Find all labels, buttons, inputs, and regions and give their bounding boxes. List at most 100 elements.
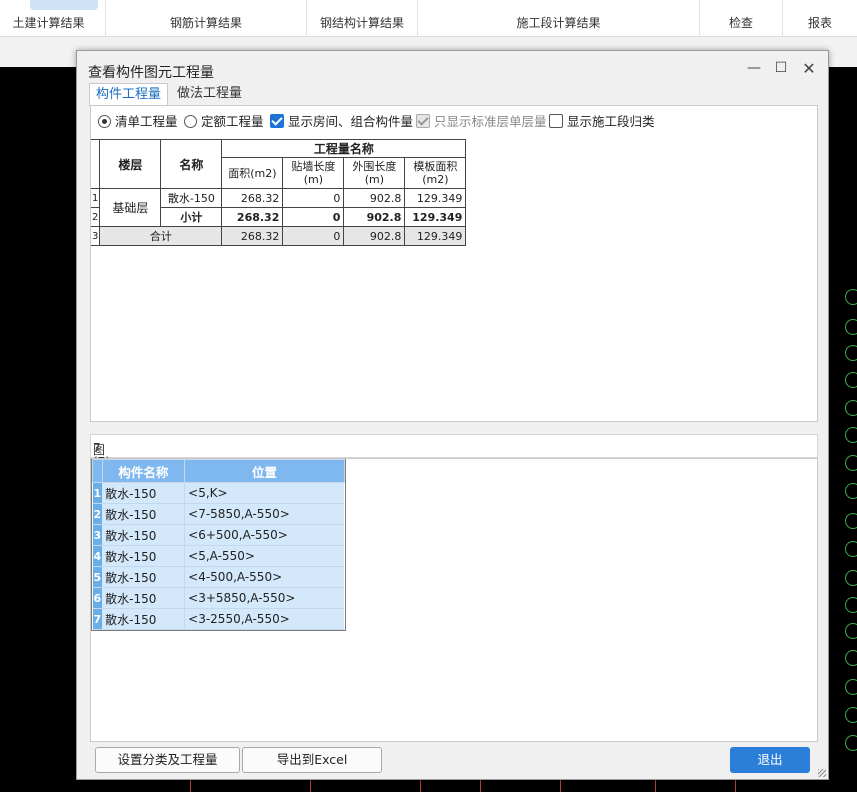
component-name-cell: 散水-150: [102, 545, 186, 567]
row-number: 2: [92, 503, 103, 525]
axis-bubble-icon: [845, 455, 857, 471]
row-number: 1: [91, 188, 101, 208]
row-number: 4: [92, 545, 103, 567]
row-number: 2: [91, 207, 101, 227]
col-formwork-area-header: 模板面积(m2): [404, 157, 467, 189]
axis-bubble-icon: [845, 541, 857, 557]
area-cell: 268.32: [221, 188, 284, 208]
ribbon-group-segment-results[interactable]: 施工段计算结果: [418, 0, 700, 36]
area-cell: 268.32: [221, 226, 284, 246]
resize-grip-icon[interactable]: [818, 769, 826, 777]
radio-qd[interactable]: 清单工程量: [98, 114, 178, 130]
axis-bubble-icon: [845, 345, 857, 361]
axis-bubble-icon: [845, 427, 857, 443]
table-row[interactable]: 1 散水-150 <5,K>: [92, 482, 345, 504]
axis-bubble-icon: [845, 319, 857, 335]
set-classification-button[interactable]: 设置分类及工程量: [95, 747, 240, 773]
name-cell: 散水-150: [160, 188, 223, 208]
table-row-total[interactable]: 3 合计 268.32 0 902.8 129.349: [91, 226, 467, 246]
quantity-table: 楼层 名称 工程量名称 面积(m2) 贴墙长度(m) 外围长度(m) 模板面积(…: [91, 139, 467, 246]
component-name-cell: 散水-150: [102, 566, 186, 588]
position-cell: <5,A-550>: [184, 545, 345, 567]
row-number-header: [92, 459, 103, 483]
area-cell: 268.32: [221, 207, 284, 227]
checkbox-only-standard: 只显示标准层单层量: [416, 114, 547, 130]
row-number: 3: [92, 524, 103, 546]
component-name-cell: 散水-150: [102, 482, 186, 504]
row-number: 7: [92, 608, 103, 630]
col-floor-header: 楼层: [99, 139, 162, 189]
quantity-panel: 清单工程量 定额工程量 显示房间、组合构件量 只显示标准层单层量 显示施工段归类…: [90, 105, 818, 422]
ribbon-group-steel-results[interactable]: 钢结构计算结果: [307, 0, 418, 36]
col-component-name-header: 构件名称: [101, 459, 186, 483]
position-cell: <3+5850,A-550>: [184, 587, 345, 609]
axis-bubble-icon: [845, 570, 857, 586]
outer-length-cell: 902.8: [343, 188, 406, 208]
position-cell: <3-2550,A-550>: [184, 608, 345, 630]
floor-cell: 基础层: [99, 188, 162, 227]
axis-bubble-icon: [845, 707, 857, 723]
table-row[interactable]: 3 散水-150 <6+500,A-550>: [92, 524, 345, 546]
ribbon-group-check[interactable]: 检查: [700, 0, 783, 36]
radio-de[interactable]: 定额工程量: [184, 114, 264, 130]
formwork-area-cell: 129.349: [404, 226, 467, 246]
table-row[interactable]: 1 基础层 散水-150 268.32 0 902.8 129.349: [91, 188, 467, 227]
minimize-icon[interactable]: —: [744, 60, 764, 76]
col-wall-length-header: 贴墙长度(m): [282, 157, 345, 189]
checkbox-disabled-icon: [416, 114, 430, 128]
col-name-header: 名称: [160, 139, 223, 189]
component-name-cell: 散水-150: [102, 524, 186, 546]
axis-bubble-icon: [845, 513, 857, 529]
position-cell: <7-5850,A-550>: [184, 503, 345, 525]
position-cell: <6+500,A-550>: [184, 524, 345, 546]
table-row[interactable]: 7 散水-150 <3-2550,A-550>: [92, 608, 345, 630]
formwork-area-cell: 129.349: [404, 188, 467, 208]
axis-bubble-icon: [845, 650, 857, 666]
checkbox-show-segment-label: 显示施工段归类: [567, 114, 655, 129]
detail-label: 图元明细 7 (7): [92, 438, 110, 508]
detail-table: 构件名称 位置 1 散水-150 <5,K> 2 散水-150 <7-5850,A-55…: [92, 459, 345, 630]
tab-method-quantity[interactable]: 做法工程量: [171, 83, 248, 105]
close-icon[interactable]: ✕: [799, 59, 819, 78]
checkbox-only-standard-label: 只显示标准层单层量: [434, 114, 547, 129]
axis-bubble-icon: [845, 735, 857, 751]
wall-length-cell: 0: [282, 188, 345, 208]
row-number: 5: [92, 566, 103, 588]
checkbox-show-room[interactable]: 显示房间、组合构件量: [270, 114, 413, 130]
export-excel-button[interactable]: 导出到Excel: [242, 747, 382, 773]
checkbox-show-room-label: 显示房间、组合构件量: [288, 114, 414, 129]
tab-component-quantity[interactable]: 构件工程量: [89, 83, 169, 106]
table-row[interactable]: 6 散水-150 <3+5850,A-550>: [92, 587, 345, 609]
wall-length-cell: 0: [282, 226, 345, 246]
maximize-icon[interactable]: ☐: [771, 60, 791, 76]
quantity-dialog: 查看构件图元工程量 — ☐ ✕ 构件工程量 做法工程量 清单工程量 定额工程量 …: [76, 50, 829, 780]
ribbon-group-report[interactable]: 报表: [783, 0, 857, 36]
ribbon-group-rebar-results[interactable]: 钢筋计算结果: [106, 0, 307, 36]
radio-qd-label: 清单工程量: [115, 114, 178, 129]
ribbon-group-label: 报表: [807, 16, 832, 30]
exit-button[interactable]: 退出: [730, 747, 810, 773]
table-row[interactable]: 5 散水-150 <4-500,A-550>: [92, 566, 345, 588]
checkbox-show-segment[interactable]: 显示施工段归类: [549, 114, 655, 130]
ribbon-group-label: 检查: [728, 16, 753, 30]
row-number: 1: [92, 482, 103, 504]
formwork-area-cell: 129.349: [404, 207, 467, 227]
axis-bubble-icon: [845, 372, 857, 388]
table-row[interactable]: 4 散水-150 <5,A-550>: [92, 545, 345, 567]
ribbon-group-civil-results[interactable]: 土建计算结果: [0, 0, 106, 36]
axis-bubble-icon: [845, 597, 857, 613]
ribbon-group-label: 钢结构计算结果: [319, 16, 404, 30]
total-label: 合计: [99, 226, 223, 246]
position-cell: <4-500,A-550>: [184, 566, 345, 588]
radio-icon: [184, 115, 197, 128]
radio-selected-icon: [98, 115, 111, 128]
component-name-cell: 散水-150: [102, 608, 186, 630]
table-row[interactable]: 2 散水-150 <7-5850,A-550>: [92, 503, 345, 525]
checkbox-icon: [549, 114, 563, 128]
axis-bubble-icon: [845, 289, 857, 305]
quantity-group-header: 工程量名称: [221, 139, 467, 158]
detail-table-wrap: 构件名称 位置 1 散水-150 <5,K> 2 散水-150 <7-5850,A-55…: [91, 459, 346, 631]
axis-bubble-icon: [845, 400, 857, 416]
col-position-header: 位置: [184, 459, 345, 483]
row-number: 6: [92, 587, 103, 609]
